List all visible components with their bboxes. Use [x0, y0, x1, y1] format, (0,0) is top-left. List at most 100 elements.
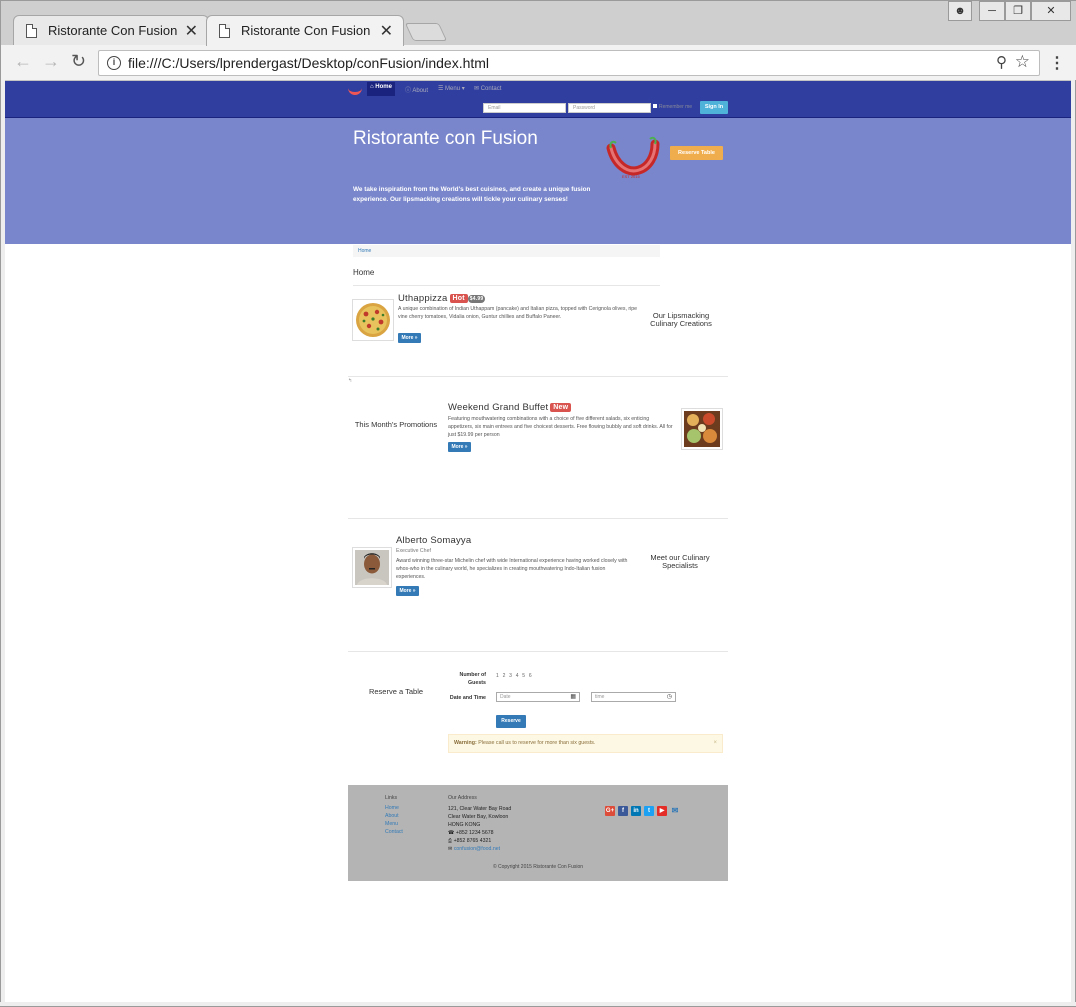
close-tab-icon[interactable]: ✕	[380, 21, 393, 41]
dish-heading: Uthappizza Hot $4.99	[398, 293, 486, 304]
email-icon: ✉	[448, 846, 453, 852]
dish-image	[352, 299, 394, 341]
tab-strip: Ristorante Con Fusion ✕ Ristorante Con F…	[1, 1, 1076, 46]
dish-description: A unique combination of Indian Uthappam …	[398, 306, 638, 320]
divider	[348, 518, 728, 519]
jumbotron-text: We take inspiration from the World's bes…	[353, 186, 591, 203]
warning-label: Warning:	[454, 740, 477, 746]
footer-link-menu[interactable]: Menu	[385, 821, 398, 827]
promotion-heading: Weekend Grand Buffet New	[448, 402, 572, 413]
date-time-label: Date and Time	[449, 695, 486, 701]
remember-me-checkbox[interactable]: Remember me	[653, 104, 692, 110]
leader-section-title: Meet our Culinary Specialists	[650, 553, 710, 570]
brand-logo[interactable]	[348, 87, 362, 95]
address-line: Clear Water Bay, Kowloon	[448, 814, 509, 820]
footer-link-contact[interactable]: Contact	[385, 829, 403, 835]
promotion-description: Featuring mouthwatering combinations wit…	[448, 416, 673, 438]
password-input[interactable]: Password	[568, 103, 651, 113]
close-tab-icon[interactable]: ✕	[185, 21, 198, 41]
price-badge: $4.99	[467, 295, 486, 303]
links-heading: Links	[385, 795, 398, 801]
broken-image-icon: ↰	[348, 378, 353, 384]
fax-number: +852 8765 4321	[453, 838, 492, 844]
footer-link-home[interactable]: Home	[385, 805, 399, 811]
promotion-section-title: This Month's Promotions	[354, 420, 438, 429]
address-line: 121, Clear Water Bay Road	[448, 806, 512, 812]
address-heading: Our Address	[448, 795, 477, 801]
browser-tab-1[interactable]: Ristorante Con Fusion ✕	[13, 15, 209, 46]
info-icon[interactable]: i	[107, 56, 121, 70]
facebook-icon[interactable]: f	[618, 806, 628, 816]
date-placeholder: Date	[500, 694, 511, 700]
leader-title: Executive Chef	[396, 548, 431, 554]
email-input[interactable]: Email	[483, 103, 566, 113]
checkbox-box[interactable]	[653, 104, 657, 108]
reserve-table-button[interactable]: Reserve Table	[670, 146, 723, 160]
promotion-more-button[interactable]: More »	[448, 442, 471, 452]
forward-icon[interactable]: →	[42, 51, 60, 72]
guests-radio-group[interactable]: 1 2 3 4 5 6	[496, 673, 533, 679]
google-plus-icon[interactable]: G+	[605, 806, 615, 816]
guests-options[interactable]: 1 2 3 4 5 6	[496, 673, 533, 679]
breadcrumb[interactable]: Home	[353, 245, 660, 257]
browser-tab-2[interactable]: Ristorante Con Fusion ✕	[206, 15, 404, 46]
leader-name: Alberto Somayya	[396, 535, 472, 546]
phone-number: +852 1234 5678	[455, 830, 494, 836]
nav-about[interactable]: ⓘ About	[405, 85, 428, 94]
reload-icon[interactable]: ↻	[71, 51, 86, 72]
address-line: HONG KONG	[448, 822, 481, 828]
nav-contact-label: Contact	[480, 86, 502, 92]
date-input[interactable]: Date ▦	[496, 692, 580, 702]
zoom-icon[interactable]: ⚲	[996, 53, 1007, 71]
sign-in-button[interactable]: Sign In	[700, 101, 728, 114]
linkedin-icon[interactable]: in	[631, 806, 641, 816]
nav-home-label: Home	[375, 84, 392, 90]
minimize-icon[interactable]: ─	[979, 1, 1005, 21]
logo-text: EST 2015	[622, 174, 640, 179]
email-link[interactable]: confusion@food.net	[454, 846, 500, 852]
browser-toolbar: ← → ↻ i file:///C:/Users/lprendergast/De…	[1, 45, 1076, 81]
warning-text: Please call us to reserve for more than …	[478, 740, 596, 746]
nav-home[interactable]: ⌂ Home	[367, 82, 395, 96]
leader-description: Award winning three-star Michelin chef w…	[396, 558, 628, 580]
guests-label: Number of Guests	[459, 672, 487, 686]
url-text[interactable]: file:///C:/Users/lprendergast/Desktop/co…	[128, 55, 489, 71]
email-line: ✉ confusion@food.net	[448, 845, 511, 853]
close-alert-icon[interactable]: ×	[713, 735, 717, 752]
twitter-icon[interactable]: t	[644, 806, 654, 816]
chef-portrait-icon	[355, 550, 389, 585]
tab-title: Ristorante Con Fusion	[48, 23, 178, 38]
user-profile-icon[interactable]: ☻	[948, 1, 972, 21]
leader-image	[352, 547, 392, 588]
browser-menu-icon[interactable]: ⋮	[1049, 53, 1065, 73]
restaurant-logo: EST 2015	[606, 136, 660, 179]
dish-section-title: Our Lipsmacking Culinary Creations	[650, 311, 712, 328]
leader-more-button[interactable]: More »	[396, 586, 419, 596]
jumbotron: Ristorante con Fusion We take inspiratio…	[5, 118, 1071, 244]
new-tab-button[interactable]	[404, 23, 448, 41]
nav-contact[interactable]: ✉ Contact	[474, 85, 501, 92]
dish-more-button[interactable]: More »	[398, 333, 421, 343]
footer-link-about[interactable]: About	[385, 813, 399, 819]
youtube-icon[interactable]: ▶	[657, 806, 667, 816]
jumbotron-title: Ristorante con Fusion	[353, 128, 538, 149]
copyright: © Copyright 2015 Ristorante Con Fusion	[492, 864, 584, 870]
tab-title: Ristorante Con Fusion	[241, 23, 371, 38]
promotion-image	[681, 408, 723, 450]
fax-line: ⎙ +852 8765 4321	[448, 837, 511, 845]
divider	[348, 651, 728, 652]
close-window-icon[interactable]: ✕	[1031, 1, 1071, 21]
time-placeholder: time	[595, 694, 605, 700]
hot-badge: Hot	[449, 294, 468, 303]
pizza-icon	[356, 303, 390, 337]
back-icon[interactable]: ←	[14, 51, 32, 72]
time-input[interactable]: time ◷	[591, 692, 676, 702]
nav-menu[interactable]: ☰ Menu ▾	[438, 85, 465, 92]
address-bar[interactable]: i file:///C:/Users/lprendergast/Desktop/…	[98, 50, 1040, 76]
calendar-icon[interactable]: ▦	[570, 693, 576, 701]
mail-icon[interactable]: ✉	[670, 806, 680, 816]
reserve-submit-button[interactable]: Reserve	[496, 715, 526, 728]
bookmark-star-icon[interactable]: ☆	[1015, 52, 1030, 72]
clock-icon[interactable]: ◷	[667, 693, 672, 701]
restore-icon[interactable]: ❐	[1005, 1, 1031, 21]
